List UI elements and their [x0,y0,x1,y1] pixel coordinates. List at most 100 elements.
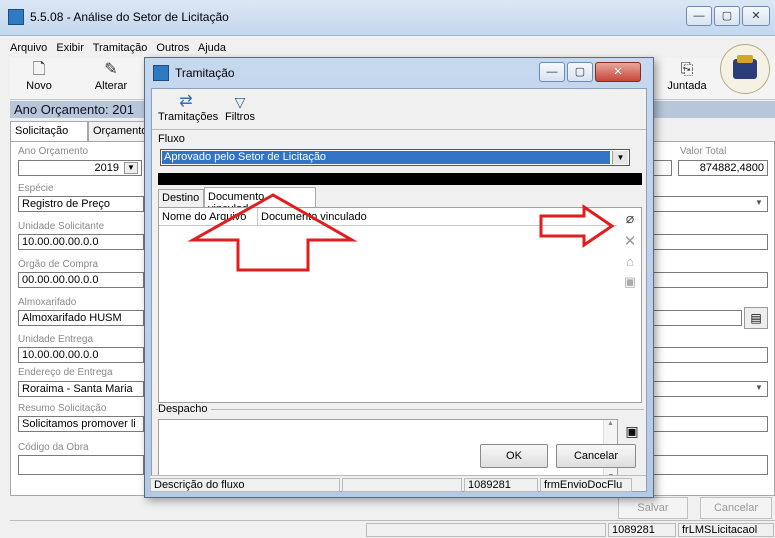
alterar-button[interactable]: ✎ Alterar [82,60,140,92]
resumo-solicitacao-field[interactable]: Solicitamos promover li [18,416,144,432]
almoxarifado-field[interactable]: Almoxarifado HUSM [18,310,144,326]
window-title: 5.5.08 - Análise do Setor de Licitação [30,10,229,24]
unidade-extension-field [652,234,768,250]
main-title-bar: 5.5.08 - Análise do Setor de Licitação —… [0,0,775,36]
open-folder-icon[interactable]: ⌂ [621,254,639,272]
resumo-extension-field [652,416,768,432]
especie-label: Espécie [18,183,54,194]
save-despacho-icon[interactable]: ▣ [624,423,640,439]
orgao-compra-field[interactable]: 00.00.00.00.0.0 [18,272,144,288]
tab-orcamento[interactable]: Orçamento [88,121,148,141]
endereco-dropdown-icon[interactable]: ▼ [752,383,766,395]
especie-dropdown-icon[interactable]: ▼ [752,198,766,210]
filtros-label: Filtros [225,111,255,123]
tramitacoes-icon: ⇄ [179,93,193,110]
filter-icon: ▽ [234,94,246,110]
endereco-entrega-field[interactable]: Roraima - Santa Maria [18,381,144,397]
despacho-divider [156,409,644,410]
university-seal-logo [720,44,770,94]
documents-table-header: Nome do Arquivo Documento vinculado [159,208,617,226]
endereco-extension-field[interactable] [652,381,768,397]
menu-ajuda[interactable]: Ajuda [198,42,226,54]
main-status-bar: 1089281 frLMSLicitacaol [10,520,775,538]
dialog-close-button[interactable]: ✕ [595,62,641,82]
cancelar-button[interactable]: Cancelar [700,497,772,519]
status-code: 1089281 [608,523,676,537]
codigo-obra-field[interactable] [18,455,144,475]
unidade-solicitante-field[interactable]: 10.00.00.00.0.0 [18,234,144,250]
unidade-entrega-field[interactable]: 10.00.00.00.0.0 [18,347,144,363]
column-nome-arquivo[interactable]: Nome do Arquivo [162,211,258,223]
fluxo-dropdown-icon[interactable]: ▼ [612,151,628,164]
ano-orcamento-label: Ano Orçamento [18,146,89,157]
redacted-bar [158,173,642,185]
resumo-solicitacao-label: Resumo Solicitação [18,403,107,414]
menu-arquivo[interactable]: Arquivo [10,42,47,54]
dialog-status-empty [342,478,462,492]
especie-extension-field[interactable] [652,196,768,212]
year-dropdown-icon[interactable]: ▼ [124,162,138,174]
obra-extension-field [652,455,768,475]
delete-icon[interactable]: ✕ [621,232,639,250]
almox-extension-field [652,310,742,326]
documents-panel: Nome do Arquivo Documento vinculado ⌀ ✕ … [158,207,642,403]
lookup-button[interactable]: ▤ [744,307,768,329]
juntada-button[interactable]: ⎘ Juntada [658,60,716,92]
column-divider [257,208,258,226]
fluxo-select[interactable]: Aprovado pelo Setor de Licitação ▼ [160,149,630,166]
menu-exibir[interactable]: Exibir [56,42,84,54]
dialog-maximize-button[interactable]: ▢ [567,62,593,82]
juntada-label: Juntada [667,80,707,92]
valor-total-field: 874882,4800 [678,160,768,176]
dialog-minimize-button[interactable]: — [539,62,565,82]
filtros-button[interactable]: ▽ Filtros [218,93,262,123]
orgao-compra-label: Órgão de Compra [18,259,99,270]
save-disk-icon[interactable]: ▣ [621,274,639,292]
edit-icon: ✎ [104,61,118,78]
close-button[interactable]: ✕ [742,6,770,26]
novo-button[interactable]: 🗋 Novo [10,60,68,92]
tramitacao-dialog: Tramitação — ▢ ✕ ⇄ Tramitações ▽ Filtros… [144,57,654,498]
valor-total-label: Valor Total [680,146,727,157]
almoxarifado-label: Almoxarifado [18,297,77,308]
dialog-body: ⇄ Tramitações ▽ Filtros Fluxo Aprovado p… [151,88,647,492]
despacho-textarea[interactable]: ▲ ▼ [158,419,618,481]
despacho-label: Despacho [158,403,211,415]
menu-tramitacao[interactable]: Tramitação [93,42,148,54]
app-icon [8,9,24,25]
unidade-entrega-label: Unidade Entrega [18,334,94,345]
tramitacoes-label: Tramitações [158,111,219,123]
fluxo-selected-value: Aprovado pelo Setor de Licitação [162,151,610,164]
dialog-cancelar-button[interactable]: Cancelar [556,444,636,468]
menu-outros[interactable]: Outros [156,42,189,54]
dialog-title: Tramitação [175,66,235,80]
juntada-icon: ⎘ [680,61,694,78]
partial-field[interactable] [652,160,672,176]
scroll-up-icon[interactable]: ▲ [604,420,617,427]
alterar-label: Alterar [94,80,128,92]
dialog-status-form: frmEnvioDocFlu [540,478,632,492]
unidade-solicitante-label: Unidade Solicitante [18,221,105,232]
salvar-button[interactable]: Salvar [618,497,688,519]
tab-documento-vinculado[interactable]: Documento vinculado [204,187,316,215]
status-cell-empty [366,523,606,537]
minimize-button[interactable]: — [686,6,712,26]
column-documento-vinculado[interactable]: Documento vinculado [261,211,461,223]
attach-icon[interactable]: ⌀ [621,210,639,228]
tab-solicitacao[interactable]: Solicitação [10,121,88,141]
tramitacoes-button[interactable]: ⇄ Tramitações [158,93,219,123]
novo-label: Novo [26,80,52,92]
codigo-obra-label: Código da Obra [18,442,89,453]
new-document-icon: 🗋 [32,61,46,78]
maximize-button[interactable]: ▢ [714,6,740,26]
dialog-status-descricao: Descrição do fluxo [150,478,340,492]
toolbar-divider [152,129,646,130]
fluxo-label: Fluxo [158,133,185,145]
ok-button[interactable]: OK [480,444,548,468]
status-form-name: frLMSLicitacaol [678,523,774,537]
unidade-entrega-extension-field [652,347,768,363]
tab-destino[interactable]: Destino [158,189,204,207]
especie-field[interactable]: Registro de Preço [18,196,144,212]
dialog-app-icon [153,65,169,81]
orgao-extension-field [652,272,768,288]
